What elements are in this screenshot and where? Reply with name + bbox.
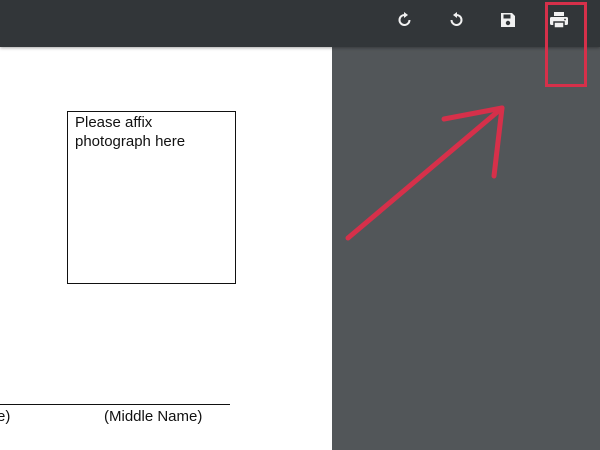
middle-name-label: (Middle Name) [104, 408, 203, 425]
save-icon [498, 10, 518, 30]
rotate-clockwise-icon [395, 10, 415, 30]
rotate-counterclockwise-icon [446, 10, 466, 30]
viewer-toolbar [0, 0, 600, 47]
rotate-clockwise-button[interactable] [389, 4, 421, 36]
name-signature-line [0, 404, 230, 405]
pdf-viewer: Please affix photograph here e) (Middle … [0, 0, 600, 450]
save-button[interactable] [492, 4, 524, 36]
rotate-counterclockwise-button[interactable] [440, 4, 472, 36]
first-name-label: e) [0, 408, 11, 425]
print-highlight-box [545, 2, 587, 87]
photo-placeholder-text: Please affix photograph here [75, 114, 186, 150]
document-page: Please affix photograph here e) (Middle … [0, 47, 332, 450]
photo-placeholder-box: Please affix photograph here [67, 111, 236, 284]
